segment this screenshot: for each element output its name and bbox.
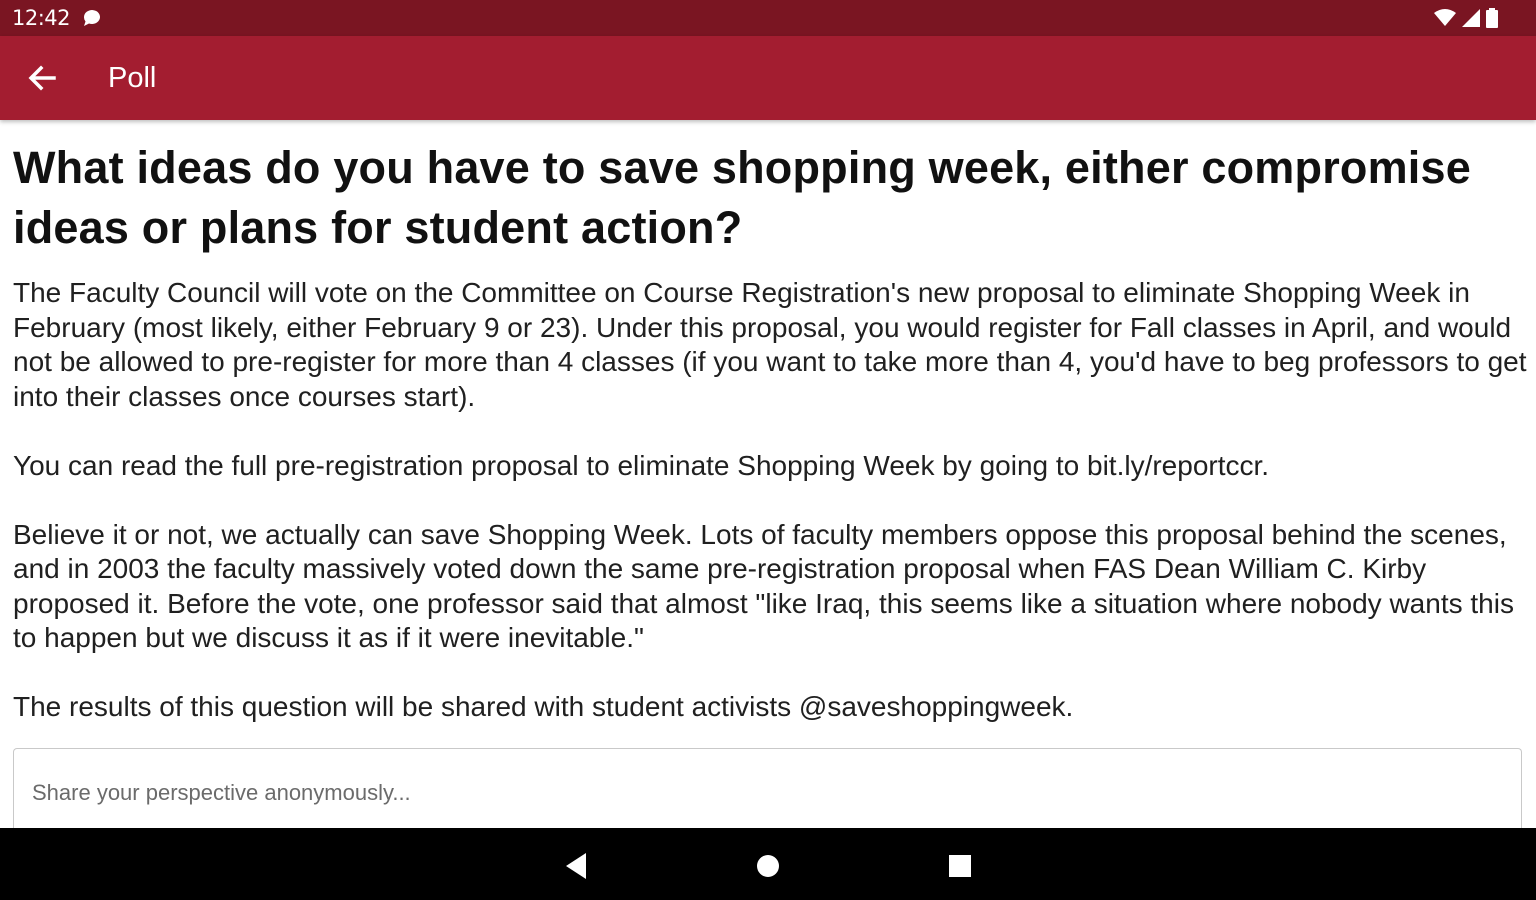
wifi-icon (1434, 9, 1456, 26)
square-recents-icon (949, 855, 971, 877)
status-bar: 12:42 (0, 0, 1536, 36)
answer-field[interactable] (13, 748, 1522, 828)
page-title: Poll (108, 62, 157, 94)
circle-home-icon (757, 855, 779, 877)
nav-home-button[interactable] (750, 848, 786, 884)
answer-input[interactable] (30, 777, 1504, 809)
back-button[interactable] (22, 58, 62, 98)
app-bar: Poll (0, 36, 1536, 120)
poll-question: What ideas do you have to save shopping … (13, 142, 1471, 253)
triangle-back-icon (566, 853, 586, 879)
status-icons (1434, 8, 1498, 28)
poll-content: What ideas do you have to save shopping … (13, 122, 1528, 725)
navigation-bar (0, 828, 1536, 900)
poll-description: The Faculty Council will vote on the Com… (13, 277, 1527, 722)
signal-icon (1462, 9, 1480, 27)
nav-back-button[interactable] (558, 848, 594, 884)
battery-icon (1486, 8, 1498, 28)
nav-recents-button[interactable] (942, 848, 978, 884)
arrow-left-icon (28, 65, 56, 91)
status-time: 12:42 (12, 6, 71, 30)
chat-notification-icon (83, 10, 100, 26)
